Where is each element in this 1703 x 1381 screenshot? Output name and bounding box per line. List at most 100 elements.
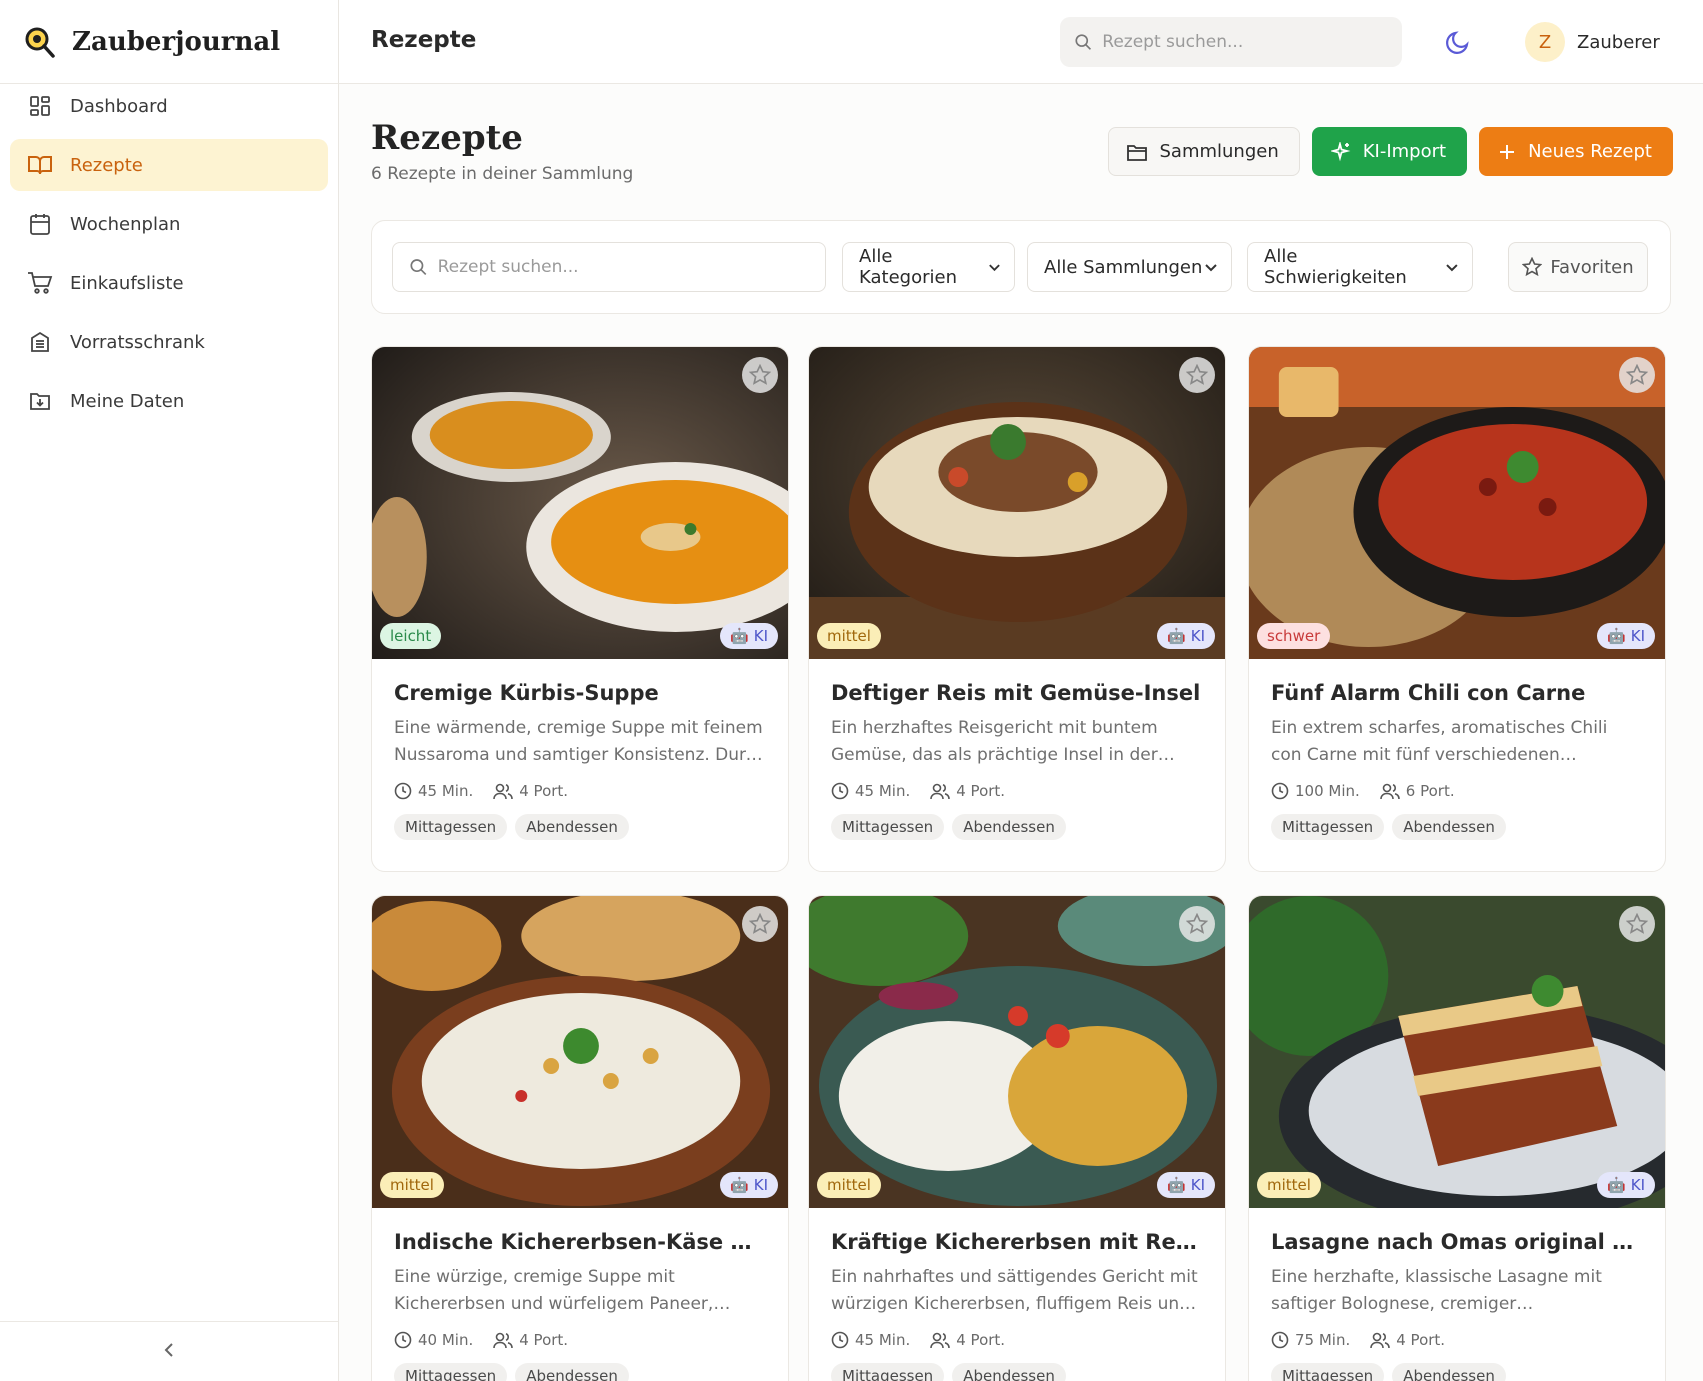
sidebar-item-meine-daten[interactable]: Meine Daten	[10, 375, 328, 427]
recipe-time: 75 Min.	[1271, 1331, 1350, 1349]
recipe-card[interactable]: mittel 🤖 KI Deftiger Reis mit Gemüse-Ins…	[808, 346, 1226, 872]
tag[interactable]: Abendessen	[515, 814, 629, 840]
recipe-time-value: 100 Min.	[1295, 782, 1360, 800]
star-icon	[749, 364, 771, 385]
difficulty-badge: mittel	[817, 1172, 881, 1198]
tag[interactable]: Abendessen	[1392, 814, 1506, 840]
avatar: Z	[1525, 22, 1565, 62]
recipe-description: Eine herzhafte, klassische Lasagne mit s…	[1271, 1267, 1602, 1314]
recipe-portions-value: 4 Port.	[956, 1331, 1006, 1349]
tag[interactable]: Mittagessen	[1271, 1363, 1385, 1381]
user-name: Zauberer	[1577, 31, 1660, 53]
star-icon	[1186, 364, 1208, 385]
sidebar-nav: Dashboard Rezepte Wochenplan Einkaufslis…	[0, 0, 338, 434]
chickpea-soup-image	[372, 896, 788, 1208]
favorites-label: Favoriten	[1550, 256, 1634, 278]
ai-badge: 🤖 KI	[1597, 623, 1655, 649]
difficulty-badge: mittel	[817, 623, 881, 649]
users-icon	[493, 1332, 514, 1349]
filter-search[interactable]	[392, 242, 826, 292]
sidebar-item-vorratsschrank[interactable]: Vorratsschrank	[10, 316, 328, 368]
sidebar-item-rezepte[interactable]: Rezepte	[10, 139, 328, 191]
tag[interactable]: Abendessen	[952, 814, 1066, 840]
recipe-description: Eine würzige, cremige Suppe mit Kicherer…	[394, 1267, 714, 1314]
recipe-title: Deftiger Reis mit Gemüse-Insel	[831, 681, 1201, 705]
filter-search-input[interactable]	[437, 257, 825, 277]
recipe-title: Lasagne nach Omas original Rezept	[1271, 1230, 1643, 1254]
chevron-left-icon[interactable]	[159, 1340, 179, 1364]
new-recipe-button[interactable]: Neues Rezept	[1479, 127, 1673, 176]
users-icon	[1370, 1332, 1391, 1349]
recipe-portions: 4 Port.	[930, 1331, 1005, 1349]
recipe-tags: Mittagessen Abendessen	[1271, 814, 1643, 840]
folder-icon	[1127, 144, 1148, 161]
user-menu[interactable]: Z Zauberer	[1525, 22, 1660, 62]
favorite-toggle[interactable]	[742, 357, 778, 393]
top-search-input[interactable]	[1102, 32, 1402, 52]
favorite-toggle[interactable]	[1179, 357, 1215, 393]
chevron-down-icon	[989, 264, 1000, 272]
recipe-card[interactable]: schwer 🤖 KI Fünf Alarm Chili con Carne E…	[1248, 346, 1666, 872]
sparkles-icon	[1330, 141, 1351, 161]
clock-icon	[1271, 1331, 1289, 1349]
ai-badge: 🤖 KI	[720, 1172, 778, 1198]
recipe-card[interactable]: mittel 🤖 KI Indische Kichererbsen-Käse S…	[371, 895, 789, 1381]
ai-badge: 🤖 KI	[1157, 623, 1215, 649]
difficulty-badge: mittel	[1257, 1172, 1321, 1198]
recipe-tags: Mittagessen Abendessen	[831, 814, 1203, 840]
favorite-toggle[interactable]	[1619, 906, 1655, 942]
sidebar-item-einkaufsliste[interactable]: Einkaufsliste	[10, 257, 328, 309]
clock-icon	[394, 782, 412, 800]
recipe-image: mittel 🤖 KI	[372, 896, 788, 1208]
tag[interactable]: Mittagessen	[394, 814, 508, 840]
recipe-portions-value: 4 Port.	[519, 1331, 569, 1349]
recipe-image: leicht 🤖 KI	[372, 347, 788, 659]
category-select[interactable]: Alle Kategorien	[842, 242, 1015, 292]
recipe-time: 45 Min.	[831, 1331, 910, 1349]
difficulty-select[interactable]: Alle Schwierigkeiten	[1247, 242, 1473, 292]
recipe-time-value: 75 Min.	[1295, 1331, 1351, 1349]
filter-bar: Alle Kategorien Alle Sammlungen Alle Sch…	[371, 220, 1671, 314]
recipe-time-value: 45 Min.	[418, 782, 474, 800]
sidebar-item-label: Rezepte	[70, 154, 143, 176]
collections-button[interactable]: Sammlungen	[1108, 127, 1300, 176]
favorite-toggle[interactable]	[1179, 906, 1215, 942]
collection-select[interactable]: Alle Sammlungen	[1027, 242, 1232, 292]
tag[interactable]: Mittagessen	[394, 1363, 508, 1381]
plus-icon	[1500, 144, 1515, 159]
sidebar-item-label: Dashboard	[70, 95, 168, 117]
difficulty-badge: schwer	[1257, 623, 1331, 649]
recipe-card[interactable]: leicht 🤖 KI Cremige Kürbis-Suppe Eine wä…	[371, 346, 789, 872]
moon-icon[interactable]	[1444, 28, 1472, 56]
top-search[interactable]	[1060, 17, 1402, 67]
tag[interactable]: Mittagessen	[1271, 814, 1385, 840]
favorite-toggle[interactable]	[742, 906, 778, 942]
tag[interactable]: Mittagessen	[831, 1363, 945, 1381]
users-icon	[930, 783, 951, 800]
pumpkin-soup-image	[372, 347, 788, 659]
clock-icon	[394, 1331, 412, 1349]
recipe-card[interactable]: mittel 🤖 KI Lasagne nach Omas original R…	[1248, 895, 1666, 1381]
favorite-toggle[interactable]	[1619, 357, 1655, 393]
recipe-card[interactable]: mittel 🤖 KI Kräftige Kichererbsen mit Re…	[808, 895, 1226, 1381]
recipe-tags: Mittagessen Abendessen	[831, 1363, 1203, 1381]
tag[interactable]: Mittagessen	[831, 814, 945, 840]
sidebar-item-wochenplan[interactable]: Wochenplan	[10, 198, 328, 250]
recipe-image: schwer 🤖 KI	[1249, 347, 1665, 659]
main-content: Rezepte 6 Rezepte in deiner Sammlung Sam…	[339, 84, 1703, 1381]
tag[interactable]: Abendessen	[952, 1363, 1066, 1381]
topbar-title: Rezepte	[371, 27, 477, 53]
chevron-down-icon	[1446, 264, 1458, 272]
ai-import-button[interactable]: KI-Import	[1311, 127, 1468, 176]
star-icon	[1626, 364, 1648, 385]
sidebar-item-label: Einkaufsliste	[70, 272, 184, 294]
sidebar-item-dashboard[interactable]: Dashboard	[10, 80, 328, 132]
favorites-filter-button[interactable]: Favoriten	[1508, 242, 1648, 292]
difficulty-badge: mittel	[380, 1172, 444, 1198]
users-icon	[930, 1332, 951, 1349]
users-icon	[493, 783, 514, 800]
recipe-image: mittel 🤖 KI	[1249, 896, 1665, 1208]
tag[interactable]: Abendessen	[1392, 1363, 1506, 1381]
calendar-icon	[26, 210, 54, 238]
tag[interactable]: Abendessen	[515, 1363, 629, 1381]
